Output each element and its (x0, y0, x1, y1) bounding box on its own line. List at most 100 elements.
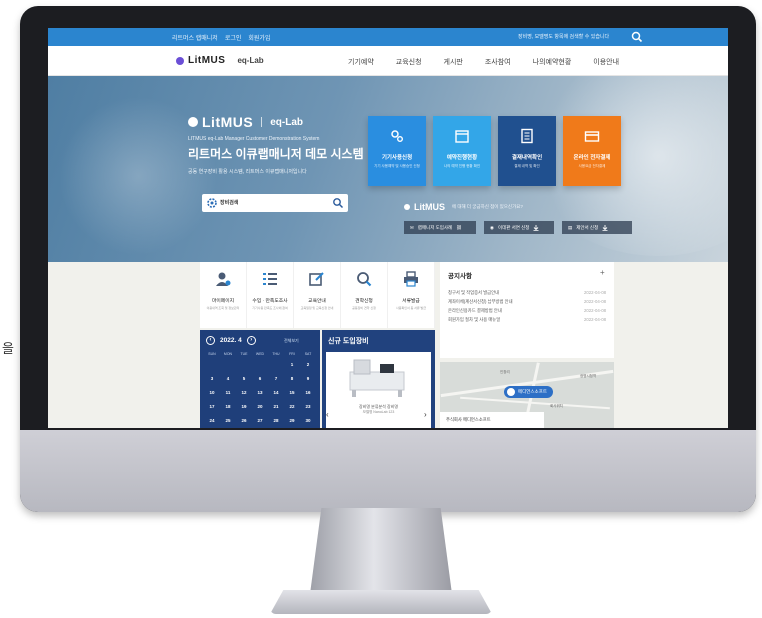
calendar-day[interactable]: 23 (300, 404, 316, 409)
calendar-day[interactable]: 14 (268, 390, 284, 395)
calendar-day[interactable]: 3 (204, 376, 220, 381)
nav-item-my-reservations[interactable]: 나의예약현황 (533, 57, 572, 67)
desktop-mockup: 을 리트머스 랩매니저 로그인 회원가입 장비명, 모델명도 항목에 검색할 수… (0, 0, 762, 618)
calendar-day[interactable]: 21 (268, 404, 284, 409)
calendar-day[interactable]: 13 (252, 390, 268, 395)
download-application[interactable]: ◉ 이데판 서면 신청 (484, 221, 554, 234)
notice-row[interactable]: 회원가입 절차 및 사용 매뉴얼 2022-04-08 (448, 317, 606, 323)
notice-row[interactable]: 계좌이체(계산서신청) 납부방법 안내 2022-04-08 (448, 299, 606, 305)
nav-item-education[interactable]: 교육신청 (396, 57, 422, 67)
chevron-right-icon[interactable]: › (424, 410, 427, 419)
nav-item-survey[interactable]: 조사참여 (485, 57, 511, 67)
card-reservation-status[interactable]: 예약진행현황 나의 예약 진행 현황 확인 (433, 116, 491, 186)
next-month-button[interactable]: › (246, 336, 256, 345)
lab-equipment-image (349, 359, 405, 397)
logo-mark (176, 56, 184, 65)
calendar-day[interactable]: 30 (300, 418, 316, 423)
calendar-day[interactable]: 9 (300, 376, 316, 381)
nav-item-board[interactable]: 게시판 (444, 57, 463, 67)
hero-logo-sub: eq-Lab (270, 116, 303, 128)
equipment-title: 신규 도입장비 (328, 338, 369, 345)
map-road (460, 396, 610, 410)
calendar-day[interactable]: 4 (220, 376, 236, 381)
calendar-day[interactable]: 8 (284, 376, 300, 381)
notice-row[interactable]: 온라인신용카드 결제방법 안내 2022-04-08 (448, 308, 606, 314)
calendar-day[interactable]: 18 (220, 404, 236, 409)
document-icon (521, 128, 533, 144)
calendar-day[interactable]: 7 (268, 376, 284, 381)
calendar-day[interactable]: 27 (252, 418, 268, 423)
calendar-day[interactable]: 24 (204, 418, 220, 423)
calendar-day[interactable]: 17 (204, 404, 220, 409)
calendar-day[interactable]: 28 (268, 418, 284, 423)
equipment-search-input[interactable]: 장비검색 (202, 194, 348, 212)
equipment-model: 모델명 NanoLab 123 (362, 410, 395, 414)
download-case-study[interactable]: ✉ 랩매니저 도입사례 ⛓ (404, 221, 476, 234)
notice-date: 2022-04-08 (584, 317, 606, 322)
calendar-day (252, 362, 268, 367)
quick-education[interactable]: 교육안내 교육일정 및 교육신청 안내 (294, 262, 341, 328)
nav-item-reservation[interactable]: 기기예약 (348, 57, 374, 67)
calendar-days: 1 2 3 4 5 6 7 8 9 10 11 12 13 14 15 16 17 18 19 20 21 22 23 24 2… (204, 362, 316, 423)
download-icon (533, 224, 539, 231)
card-equipment-request[interactable]: 기기사용신청 기기 사용예약 및 사용승인 신청 (368, 116, 426, 186)
chevron-left-icon[interactable]: ‹ (326, 410, 329, 419)
card-title: 온라인 전자결제 (573, 155, 611, 161)
new-equipment-panel: 신규 도입장비 장비명 분류분석 장비명 모델명 NanoLab 123 ‹ › (322, 330, 435, 428)
notice-row[interactable]: 청구서 및 작업증서 발급안내 2022-04-08 (448, 290, 606, 296)
calendar-view-all[interactable]: 전체보기 (284, 338, 299, 344)
weekday-label: FRI (289, 352, 295, 356)
calendar-day[interactable]: 19 (236, 404, 252, 409)
calendar-day[interactable]: 10 (204, 390, 220, 395)
quick-desc: 교육일정 및 교육신청 안내 (300, 306, 334, 310)
calendar-day[interactable]: 16 (300, 390, 316, 395)
calendar-day[interactable]: 5 (236, 376, 252, 381)
map-label: 회사위치 (550, 404, 563, 408)
map-label: 인창리 (500, 370, 510, 374)
logo-text: LitMUS (188, 55, 226, 66)
utility-link-home[interactable]: 리트머스 랩매니저 (172, 33, 218, 42)
calendar-day[interactable]: 1 (284, 362, 300, 367)
calendar-day[interactable]: 2 (300, 362, 316, 367)
download-label: 랩매니저 도입사례 (417, 224, 453, 230)
calendar-day[interactable]: 22 (284, 404, 300, 409)
hero-logo-mark (188, 117, 198, 127)
more-plus-icon[interactable]: + (600, 268, 605, 277)
quick-tour[interactable]: 견학신청 공동장비 견학 신청 (341, 262, 388, 328)
magnifier-icon[interactable] (332, 197, 344, 209)
file-icon: ▤ (568, 224, 573, 230)
quick-documents[interactable]: 서류발급 사용확인서 등 서류 발급 (388, 262, 435, 328)
calendar-day[interactable]: 15 (284, 390, 300, 395)
card-online-payment[interactable]: 온라인 전자결제 사용요금 전자결제 (563, 116, 621, 186)
equipment-card[interactable]: 장비명 분류분석 장비명 모델명 NanoLab 123 ‹ › (326, 352, 431, 428)
map-pin[interactable]: 메디언스소프트 (504, 386, 553, 398)
prev-month-button[interactable]: ‹ (206, 336, 215, 345)
calendar-day[interactable]: 12 (236, 390, 252, 395)
calendar-day[interactable]: 29 (284, 418, 300, 423)
quick-survey[interactable]: 수입 · 만족도조사 기기사용 만족도 조사에 참여 (247, 262, 294, 328)
card-title: 결재내역확인 (511, 155, 543, 161)
monitor-stand-neck (310, 508, 452, 594)
quick-title: 수입 · 만족도조사 (252, 299, 288, 304)
nav-item-guide[interactable]: 이용안내 (593, 57, 619, 67)
quick-mypage[interactable]: 마이페이지 이용내역 조회 및 정보관리 (200, 262, 247, 328)
reservation-calendar: ‹ 2022. 4 › 전체보기 SUN MON TUE WED THU FRI SAT 1… (200, 330, 320, 428)
calendar-day[interactable]: 11 (220, 390, 236, 395)
card-payment-history[interactable]: 결재내역확인 결제 내역 및 확인 (498, 116, 556, 186)
site-logo[interactable]: LitMUS eq-Lab (176, 55, 264, 66)
calendar-day[interactable]: 6 (252, 376, 268, 381)
calendar-day[interactable]: 26 (236, 418, 252, 423)
location-map[interactable]: 인창리 광명시청역 회사위치 메디언스소프트 주식회사 메디언스소프트 (440, 362, 614, 428)
card-desc: 나의 예약 진행 현황 확인 (443, 164, 481, 168)
calendar-day[interactable]: 25 (220, 418, 236, 423)
weekday-label: WED (255, 352, 265, 356)
download-proposal[interactable]: ▤ 제안서 신청 (562, 221, 632, 234)
search-icon[interactable] (630, 30, 644, 44)
quick-title: 마이페이지 (211, 299, 235, 304)
utility-link-login[interactable]: 로그인 (225, 33, 242, 42)
calendar-day[interactable]: 20 (252, 404, 268, 409)
faq-logo-text: LitMUS (414, 202, 445, 212)
quick-title: 견학신청 (355, 299, 373, 304)
utility-link-signup[interactable]: 회원가입 (248, 33, 270, 42)
quick-desc: 사용확인서 등 서류 발급 (395, 306, 427, 310)
